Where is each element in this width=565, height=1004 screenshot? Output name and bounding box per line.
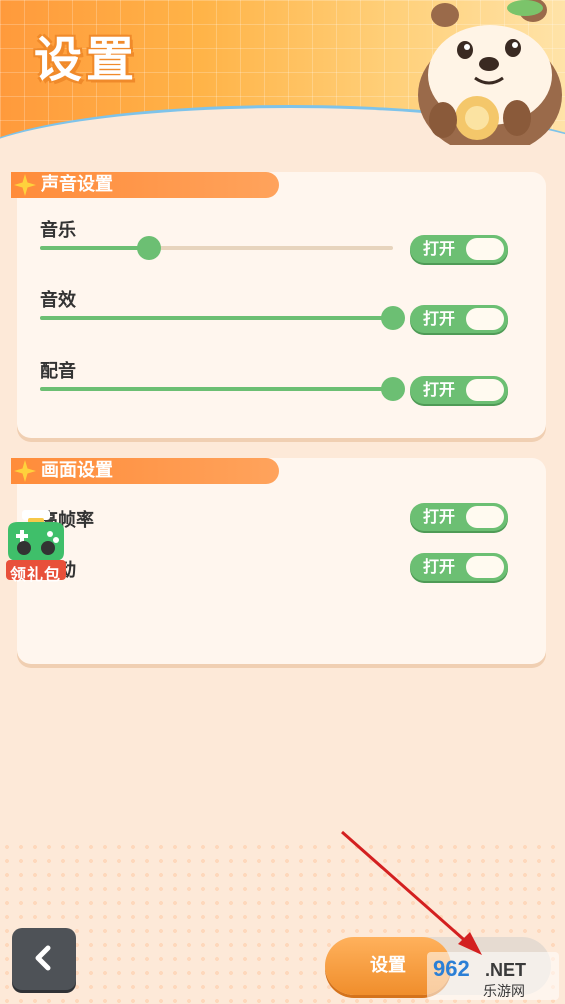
- svg-text:962: 962: [433, 956, 470, 981]
- voice-toggle[interactable]: 打开: [410, 376, 508, 404]
- slider-fill: [40, 246, 150, 250]
- slider-knob[interactable]: [381, 306, 405, 330]
- music-volume-slider[interactable]: [40, 236, 393, 260]
- slider-knob[interactable]: [137, 236, 162, 260]
- toggle-knob: [466, 238, 504, 260]
- screen-section-header: 画面设置: [11, 458, 279, 484]
- high-framerate-toggle[interactable]: 打开: [410, 503, 508, 531]
- page-title: 设置: [34, 32, 139, 88]
- toggle-knob: [466, 506, 504, 528]
- svg-text:乐游网: 乐游网: [483, 984, 525, 1000]
- sound-settings-panel: 声音设置 音乐 打开 音效 打开 配音 打开: [11, 172, 546, 438]
- sfx-volume-slider[interactable]: [40, 306, 405, 330]
- toggle-knob: [466, 556, 504, 578]
- toggle-knob: [466, 308, 504, 330]
- sound-section-title: 声音设置: [41, 174, 113, 195]
- music-toggle[interactable]: 打开: [410, 235, 508, 263]
- toggle-label: 打开: [423, 557, 456, 576]
- screen-section-title: 画面设置: [41, 460, 113, 481]
- slider-fill: [40, 316, 393, 320]
- star-icon: [14, 460, 36, 482]
- toggle-label: 打开: [423, 239, 456, 258]
- back-arrow-icon: [35, 945, 51, 971]
- star-icon: [14, 174, 36, 196]
- toggle-label: 打开: [423, 507, 456, 526]
- slider-knob[interactable]: [381, 377, 405, 401]
- toggle-label: 打开: [423, 380, 456, 399]
- svg-text:.NET: .NET: [485, 960, 526, 980]
- gift-pack-label: 领礼包: [10, 565, 62, 584]
- vibration-toggle[interactable]: 打开: [410, 553, 508, 581]
- sound-section-header: 声音设置: [11, 172, 279, 198]
- gift-pack-badge[interactable]: 领礼包: [2, 508, 70, 584]
- voice-volume-slider[interactable]: [40, 377, 405, 401]
- site-watermark: 962 .NET 乐游网: [427, 952, 559, 1000]
- otter-mascot: [418, 0, 562, 145]
- header-banner: 设置: [0, 0, 565, 150]
- toggle-knob: [466, 379, 504, 401]
- back-button[interactable]: [12, 928, 76, 990]
- screen-settings-panel: 画面设置 高帧率 打开 震动 打开: [11, 458, 546, 664]
- slider-fill: [40, 387, 393, 391]
- sfx-toggle[interactable]: 打开: [410, 305, 508, 333]
- toggle-label: 打开: [423, 309, 456, 328]
